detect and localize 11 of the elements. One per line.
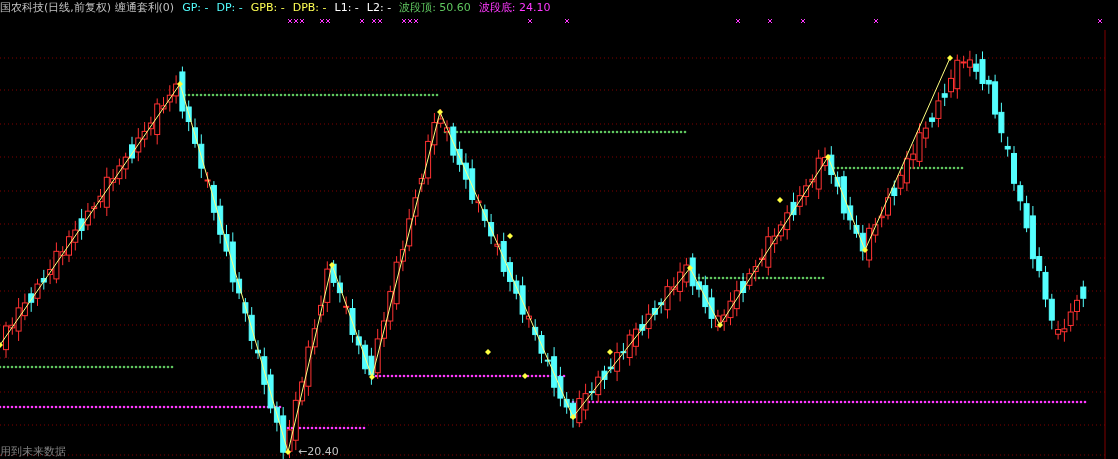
indicator-value: L1: - — [334, 0, 359, 16]
footer-note: 用到未来数据 — [0, 446, 66, 458]
indicator-value: 波段底: 24.10 — [478, 0, 551, 16]
indicator-value: 波段顶: 50.60 — [399, 0, 471, 16]
indicator-value: GP: - — [182, 0, 209, 16]
indicator-value: DPB: - — [292, 0, 327, 16]
indicator-value: GPB: - — [250, 0, 285, 16]
chart-title: 国农科技(日线,前复权) 缠通套利(0) — [0, 0, 175, 16]
indicator-value: L2: - — [366, 0, 392, 16]
indicator-value: DP: - — [216, 0, 243, 16]
price-label: ←20.40 — [298, 446, 339, 458]
